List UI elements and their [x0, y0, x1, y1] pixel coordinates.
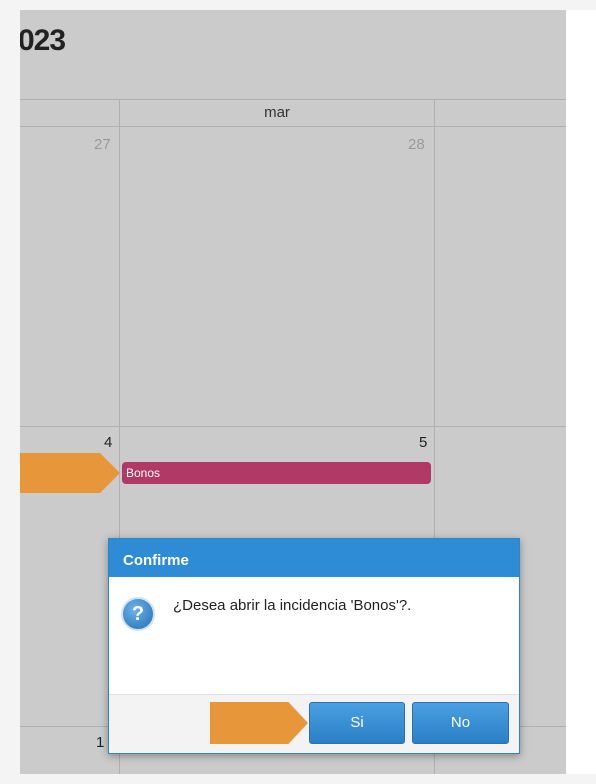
- question-icon: ?: [121, 597, 155, 631]
- event-bonos[interactable]: Bonos: [122, 462, 431, 484]
- calendar-screen: 023 mar 27 28 4 5 Bonos 1 Confirme ? ¿De…: [20, 10, 566, 774]
- confirm-dialog: Confirme ? ¿Desea abrir la incidencia 'B…: [108, 538, 520, 754]
- right-margin: [566, 10, 596, 774]
- pointer-arrow-event: [20, 453, 120, 493]
- day-number-4[interactable]: 4: [104, 434, 112, 451]
- header-divider-bottom: [20, 126, 566, 127]
- day-number-11[interactable]: 1: [96, 734, 104, 751]
- dialog-body: ? ¿Desea abrir la incidencia 'Bonos'?.: [109, 577, 519, 695]
- day-number-5[interactable]: 5: [419, 434, 427, 451]
- day-number-27[interactable]: 27: [94, 136, 111, 153]
- week-divider-1: [20, 426, 566, 427]
- dialog-footer: Si No: [109, 694, 519, 753]
- pointer-arrow-yes: [210, 702, 308, 744]
- no-button[interactable]: No: [412, 702, 509, 744]
- dialog-title: Confirme: [109, 539, 519, 577]
- day-header-mar: mar: [264, 104, 290, 121]
- header-divider-top: [20, 99, 566, 100]
- calendar-title: 023: [20, 24, 66, 57]
- day-number-28[interactable]: 28: [408, 136, 425, 153]
- yes-button[interactable]: Si: [309, 702, 405, 744]
- dialog-message: ¿Desea abrir la incidencia 'Bonos'?.: [173, 597, 412, 614]
